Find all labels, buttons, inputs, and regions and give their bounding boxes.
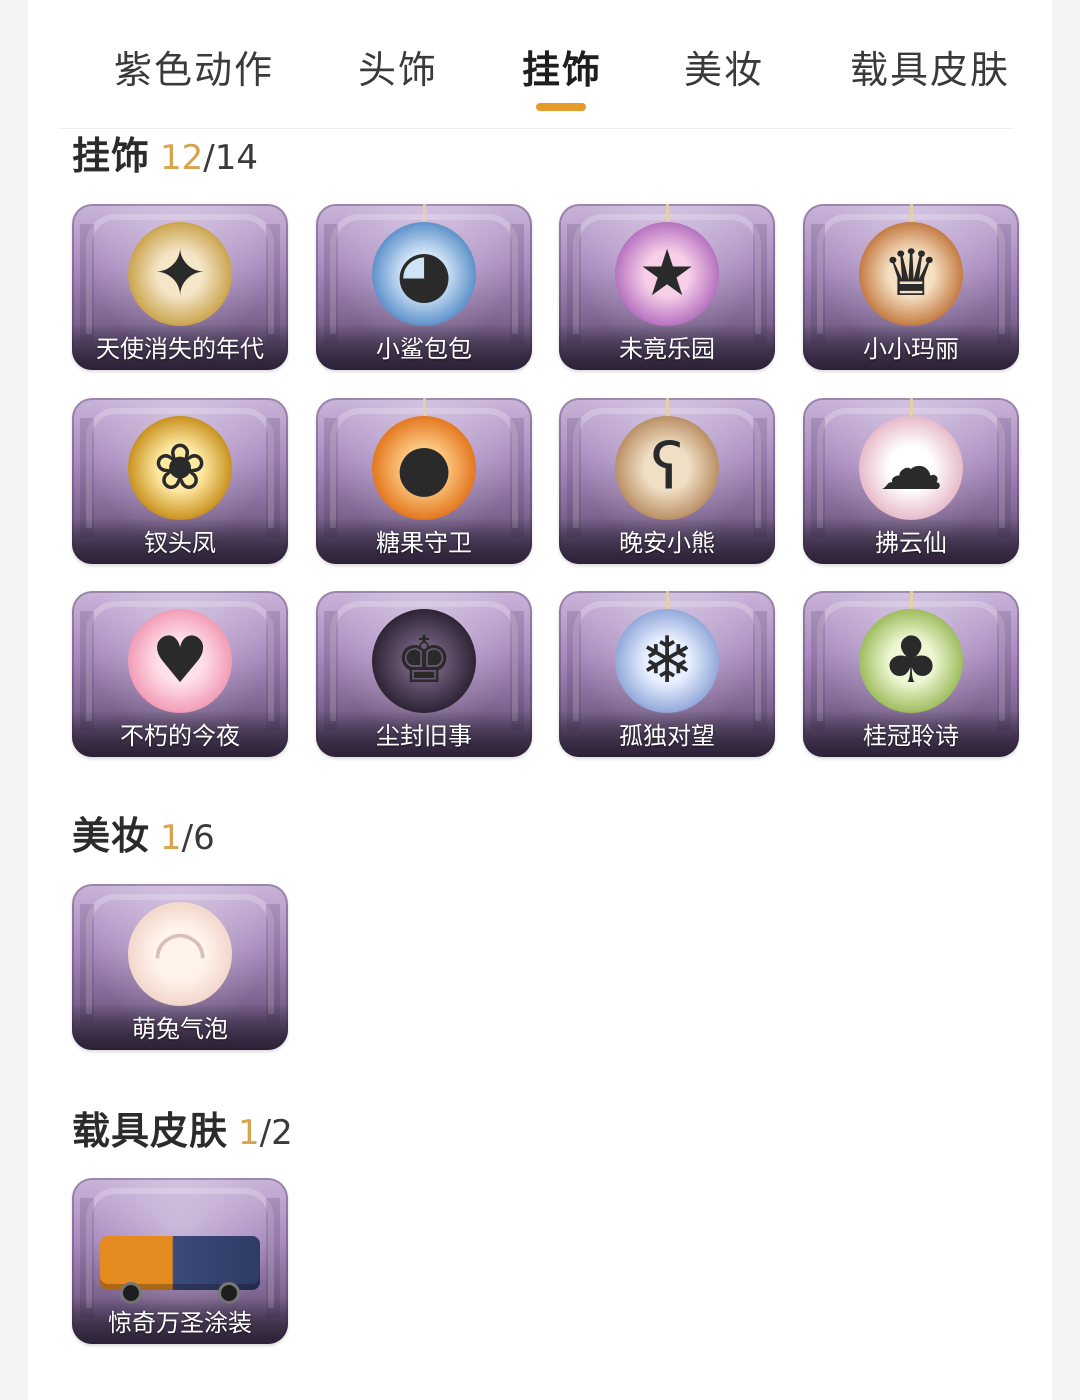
- shark-bag-icon: ◕: [372, 222, 476, 326]
- total-count: /14: [203, 138, 258, 178]
- section-name: 挂饰: [72, 134, 151, 178]
- item-name: 萌兔气泡: [132, 1015, 228, 1043]
- section-title-pendant: 挂饰 12/14: [72, 130, 258, 182]
- lonely-gaze-icon: ❄: [615, 609, 719, 713]
- item-card[interactable]: ♚ 尘封旧事: [316, 591, 532, 757]
- teddy-bear-icon: ʕ: [615, 416, 719, 520]
- item-name: 天使消失的年代: [96, 335, 264, 363]
- item-card[interactable]: ● 糖果守卫: [316, 398, 532, 564]
- item-card[interactable]: ◕ 小鲨包包: [316, 204, 532, 370]
- section-title-makeup: 美妆 1/6: [72, 810, 215, 862]
- park-doll-icon: ★: [615, 222, 719, 326]
- item-name: 未竟乐园: [619, 335, 715, 363]
- item-card[interactable]: ❄ 孤独对望: [559, 591, 775, 757]
- item-name: 小小玛丽: [863, 335, 959, 363]
- mary-doll-icon: ♛: [859, 222, 963, 326]
- item-card[interactable]: ☁ 拂云仙: [803, 398, 1019, 564]
- item-name: 晚安小熊: [619, 529, 715, 557]
- tab-headwear[interactable]: 头饰: [358, 44, 438, 100]
- section-name: 美妆: [72, 814, 151, 858]
- item-name: 孤独对望: [619, 722, 715, 750]
- bunny-bubble-icon: ◠: [128, 902, 232, 1006]
- item-card[interactable]: 惊奇万圣涂装: [72, 1178, 288, 1344]
- truck-body: [100, 1236, 260, 1290]
- section-count: 12/14: [160, 138, 258, 178]
- item-name: 拂云仙: [875, 529, 947, 557]
- section-count: 1/6: [160, 818, 215, 858]
- item-name: 尘封旧事: [376, 722, 472, 750]
- item-name: 惊奇万圣涂装: [108, 1309, 252, 1337]
- cloud-fairy-icon: ☁: [859, 416, 963, 520]
- owned-count: 1: [238, 1113, 260, 1153]
- item-card[interactable]: ★ 未竟乐园: [559, 204, 775, 370]
- item-name: 桂冠聆诗: [863, 722, 959, 750]
- active-tab-indicator: [536, 103, 586, 111]
- dark-prince-icon: ♚: [372, 609, 476, 713]
- tab-purple-emote[interactable]: 紫色动作: [114, 44, 274, 100]
- candy-pumpkin-icon: ●: [372, 416, 476, 520]
- tabbar-divider: [58, 128, 1014, 129]
- category-tabbar: 紫色动作 头饰 挂饰 美妆 载具皮肤: [28, 0, 1052, 129]
- tab-vehicle-skin[interactable]: 载具皮肤: [850, 44, 1010, 100]
- section-count: 1/2: [238, 1113, 293, 1153]
- owned-count: 1: [160, 818, 182, 858]
- item-card[interactable]: ✦ 天使消失的年代: [72, 204, 288, 370]
- laurel-poet-icon: ♣: [859, 609, 963, 713]
- item-name: 小鲨包包: [376, 335, 472, 363]
- item-card[interactable]: ◠ 萌兔气泡: [72, 884, 288, 1050]
- item-card[interactable]: ʕ 晚安小熊: [559, 398, 775, 564]
- total-count: /2: [259, 1113, 293, 1153]
- pink-fox-icon: ♥: [128, 609, 232, 713]
- tab-makeup[interactable]: 美妆: [684, 44, 764, 100]
- item-card[interactable]: ❀ 钗头凤: [72, 398, 288, 564]
- item-card[interactable]: ♣ 桂冠聆诗: [803, 591, 1019, 757]
- collection-panel: 紫色动作 头饰 挂饰 美妆 载具皮肤 挂饰 12/14 ✦ 天使消失的年代 ◕ 小…: [28, 0, 1052, 1400]
- item-card[interactable]: ♛ 小小玛丽: [803, 204, 1019, 370]
- angel-pendant-icon: ✦: [128, 222, 232, 326]
- total-count: /6: [181, 818, 215, 858]
- item-name: 糖果守卫: [376, 529, 472, 557]
- section-name: 载具皮肤: [72, 1109, 229, 1153]
- owned-count: 12: [160, 138, 204, 178]
- section-title-vehicle-skin: 载具皮肤 1/2: [72, 1105, 293, 1157]
- item-name: 钗头凤: [144, 529, 216, 557]
- phoenix-hairpin-icon: ❀: [128, 416, 232, 520]
- tab-pendant[interactable]: 挂饰: [522, 44, 602, 100]
- item-card[interactable]: ♥ 不朽的今夜: [72, 591, 288, 757]
- item-name: 不朽的今夜: [120, 722, 240, 750]
